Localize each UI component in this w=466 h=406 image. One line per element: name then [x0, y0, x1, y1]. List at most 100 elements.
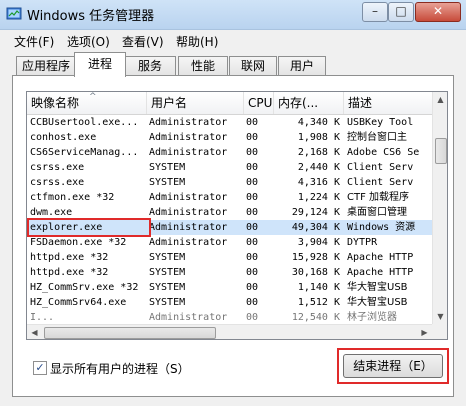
column-header-description[interactable]: 描述: [344, 92, 432, 114]
process-user: Administrator: [149, 117, 228, 128]
process-description: DYTPR: [347, 237, 378, 248]
process-description: 控制台窗口主: [347, 132, 407, 143]
process-name: httpd.exe *32: [30, 252, 109, 263]
scroll-down-button[interactable]: ▼: [433, 309, 447, 324]
column-header-image-name[interactable]: 映像名称 ^: [27, 92, 147, 114]
table-row[interactable]: CS6ServiceManag... Administrator 00 2,16…: [27, 145, 432, 160]
process-cpu: 00: [246, 162, 259, 173]
process-user: Administrator: [149, 237, 228, 248]
process-description: 华大智宝USB: [347, 282, 408, 293]
process-name: HZ_CommSrv64.exe: [30, 297, 127, 308]
maximize-button[interactable]: □: [388, 2, 414, 22]
process-description: Apache HTTP: [347, 252, 414, 263]
process-cpu: 00: [246, 282, 259, 293]
process-description: Windows 资源: [347, 222, 416, 233]
process-cpu: 00: [246, 222, 259, 233]
process-memory: 4,340 K: [297, 117, 340, 128]
show-all-users-checkbox[interactable]: ✓: [33, 361, 47, 375]
process-user: SYSTEM: [149, 252, 186, 263]
process-description: 桌面窗口管理: [347, 207, 407, 218]
process-name: HZ_CommSrv.exe *32: [30, 282, 139, 293]
process-description: Apache HTTP: [347, 267, 414, 278]
process-name: ctfmon.exe *32: [30, 192, 115, 203]
table-row[interactable]: csrss.exe SYSTEM 00 2,440 K Client Serv: [27, 160, 432, 175]
process-memory: 29,124 K: [291, 207, 340, 218]
process-name: conhost.exe: [30, 132, 97, 143]
menu-options[interactable]: 选项(O): [67, 33, 110, 50]
process-memory: 1,224 K: [297, 192, 340, 203]
task-manager-window: Windows 任务管理器 – □ ✕ 文件(F) 选项(O) 查看(V) 帮助…: [0, 0, 466, 406]
process-name: httpd.exe *32: [30, 267, 109, 278]
table-row[interactable]: CCBUsertool.exe... Administrator 00 4,34…: [27, 115, 432, 130]
menu-view[interactable]: 查看(V): [122, 33, 164, 50]
process-memory: 30,168 K: [291, 267, 340, 278]
process-list[interactable]: 映像名称 ^ 用户名 CPU 内存(... 描述 CCBUsertool.exe…: [26, 91, 448, 340]
process-user: SYSTEM: [149, 177, 186, 188]
process-cpu: 00: [246, 297, 259, 308]
process-memory: 1,908 K: [297, 132, 340, 143]
show-all-users-label[interactable]: 显示所有用户的进程（S）: [50, 360, 190, 377]
close-button[interactable]: ✕: [415, 2, 461, 22]
process-name: I...: [30, 312, 55, 323]
column-header-user-name[interactable]: 用户名: [147, 92, 244, 114]
end-process-highlight-box: [337, 348, 449, 384]
process-cpu: 00: [246, 177, 259, 188]
process-description: 林子浏览器: [347, 312, 397, 323]
scroll-left-button[interactable]: ◀: [27, 325, 42, 339]
process-cpu: 00: [246, 132, 259, 143]
process-memory: 12,540 K: [291, 312, 340, 323]
tab-networking[interactable]: 联网: [229, 56, 277, 76]
process-cpu: 00: [246, 117, 259, 128]
process-description: Adobe CS6 Se: [347, 147, 420, 158]
tab-applications[interactable]: 应用程序: [16, 56, 76, 76]
list-header: 映像名称 ^ 用户名 CPU 内存(... 描述: [27, 92, 432, 115]
table-row[interactable]: HZ_CommSrv.exe *32 SYSTEM 00 1,140 K 华大智…: [27, 280, 432, 295]
scrollbar-corner: [432, 324, 447, 339]
process-user: SYSTEM: [149, 267, 186, 278]
menu-file[interactable]: 文件(F): [14, 33, 54, 50]
title-bar[interactable]: Windows 任务管理器 – □ ✕: [0, 0, 466, 30]
process-name: csrss.exe: [30, 162, 85, 173]
column-header-memory[interactable]: 内存(...: [274, 92, 344, 114]
menu-help[interactable]: 帮助(H): [176, 33, 218, 50]
process-description: USBKey Tool: [347, 117, 414, 128]
minimize-button[interactable]: –: [362, 2, 388, 22]
vertical-scroll-thumb[interactable]: [435, 138, 447, 164]
table-row[interactable]: csrss.exe SYSTEM 00 4,316 K Client Serv: [27, 175, 432, 190]
table-row[interactable]: I... Administrator 00 12,540 K 林子浏览器: [27, 310, 432, 325]
table-row[interactable]: FSDaemon.exe *32 Administrator 00 3,904 …: [27, 235, 432, 250]
table-row[interactable]: conhost.exe Administrator 00 1,908 K 控制台…: [27, 130, 432, 145]
tab-processes[interactable]: 进程: [74, 52, 126, 77]
process-cpu: 00: [246, 267, 259, 278]
column-header-label: 映像名称: [31, 96, 80, 110]
vertical-scrollbar[interactable]: ▲ ▼: [432, 92, 447, 324]
process-cpu: 00: [246, 312, 259, 323]
horizontal-scroll-thumb[interactable]: [44, 327, 216, 339]
scroll-right-button[interactable]: ▶: [417, 325, 432, 339]
column-header-cpu[interactable]: CPU: [244, 92, 274, 114]
menu-bar: 文件(F) 选项(O) 查看(V) 帮助(H): [0, 30, 466, 50]
tab-strip: 应用程序 进程 服务 性能 联网 用户: [0, 52, 466, 77]
process-description: Client Serv: [347, 162, 414, 173]
process-user: Administrator: [149, 192, 228, 203]
sort-ascending-icon: ^: [89, 92, 97, 102]
process-description: 华大智宝USB: [347, 297, 408, 308]
process-name: csrss.exe: [30, 177, 85, 188]
table-row[interactable]: httpd.exe *32 SYSTEM 00 15,928 K Apache …: [27, 250, 432, 265]
tab-performance[interactable]: 性能: [178, 56, 228, 76]
task-manager-icon: [6, 7, 22, 20]
processes-panel: 映像名称 ^ 用户名 CPU 内存(... 描述 CCBUsertool.exe…: [12, 75, 454, 397]
table-row[interactable]: ctfmon.exe *32 Administrator 00 1,224 K …: [27, 190, 432, 205]
tab-services[interactable]: 服务: [124, 56, 176, 76]
process-user: Administrator: [149, 312, 228, 323]
process-cpu: 00: [246, 252, 259, 263]
horizontal-scrollbar[interactable]: ◀ ▶: [27, 324, 432, 339]
tab-users[interactable]: 用户: [278, 56, 326, 76]
table-row[interactable]: httpd.exe *32 SYSTEM 00 30,168 K Apache …: [27, 265, 432, 280]
explorer-highlight-box: [27, 218, 151, 237]
table-row[interactable]: HZ_CommSrv64.exe SYSTEM 00 1,512 K 华大智宝U…: [27, 295, 432, 310]
process-cpu: 00: [246, 147, 259, 158]
process-memory: 3,904 K: [297, 237, 340, 248]
process-name: CCBUsertool.exe...: [30, 117, 139, 128]
scroll-up-button[interactable]: ▲: [433, 92, 447, 107]
